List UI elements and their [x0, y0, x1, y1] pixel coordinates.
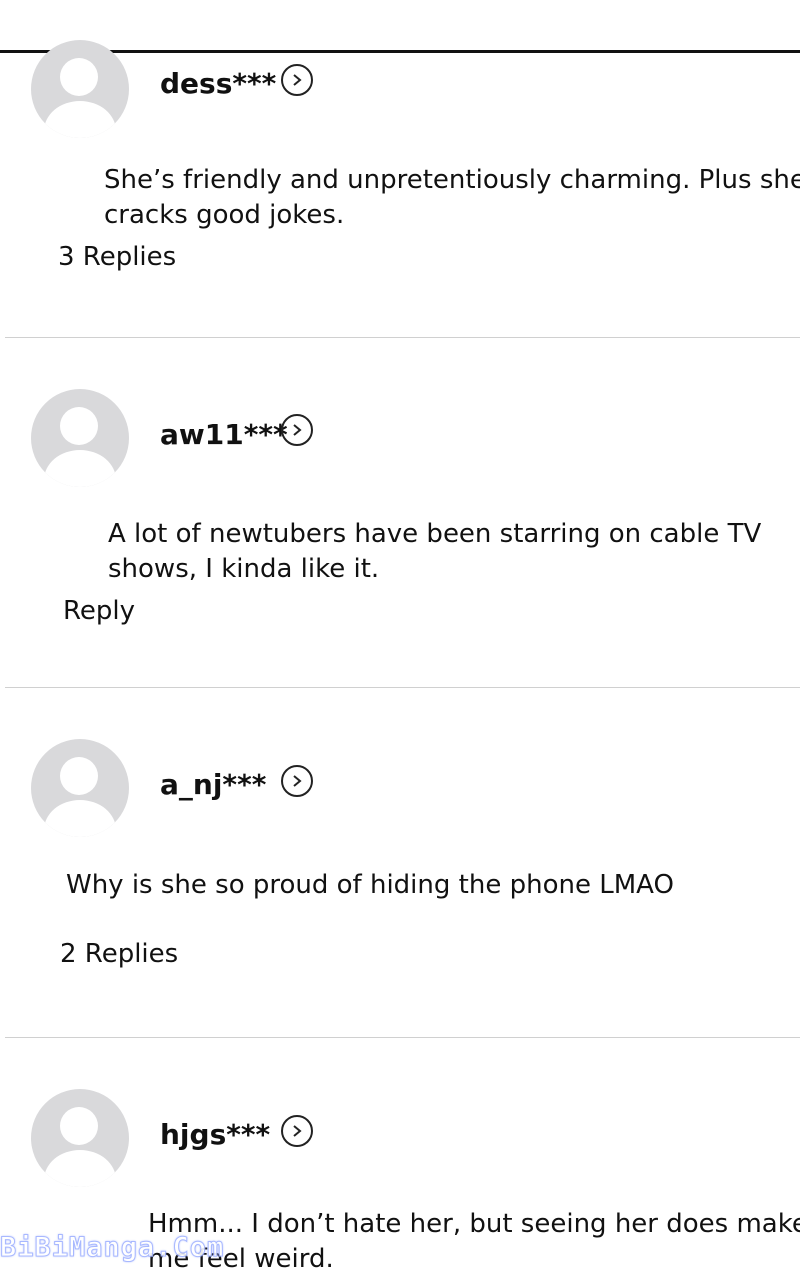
username[interactable]: dess***: [160, 67, 276, 101]
comment-text-line: me feel weird.: [148, 1244, 334, 1274]
username[interactable]: a_nj***: [160, 768, 266, 802]
avatar-head-shape: [60, 407, 98, 445]
avatar-body-shape: [44, 450, 116, 487]
replies-link[interactable]: 3 Replies: [58, 240, 176, 274]
avatar-body-shape: [44, 101, 116, 138]
avatar-head-shape: [60, 1107, 98, 1145]
username[interactable]: aw11***: [160, 418, 288, 452]
username[interactable]: hjgs***: [160, 1118, 270, 1152]
avatar-body-shape: [44, 800, 116, 837]
chevron-right-icon[interactable]: [281, 765, 313, 797]
avatar-body-shape: [44, 1150, 116, 1187]
comment-text-line: She’s friendly and unpretentiously charm…: [104, 165, 800, 195]
chevron-right-icon[interactable]: [281, 414, 313, 446]
reply-link[interactable]: Reply: [63, 594, 135, 628]
chevron-right-icon[interactable]: [281, 1115, 313, 1147]
comment-divider: [5, 1037, 800, 1038]
avatar[interactable]: [31, 389, 129, 487]
comment-divider: [5, 687, 800, 688]
comment-text-line: Why is she so proud of hiding the phone …: [66, 870, 674, 900]
comment-text-line: cracks good jokes.: [104, 200, 345, 230]
avatar-head-shape: [60, 58, 98, 96]
comment-text-line: A lot of newtubers have been starring on…: [108, 519, 762, 549]
chevron-right-icon[interactable]: [281, 64, 313, 96]
avatar[interactable]: [31, 739, 129, 837]
top-separator: [0, 50, 800, 53]
comment-divider: [5, 337, 800, 338]
comment-text-line: shows, I kinda like it.: [108, 554, 380, 584]
avatar[interactable]: [31, 40, 129, 138]
replies-link[interactable]: 2 Replies: [60, 937, 178, 971]
avatar[interactable]: [31, 1089, 129, 1187]
avatar-head-shape: [60, 757, 98, 795]
comment-text-line: Hmm... I don’t hate her, but seeing her …: [148, 1209, 800, 1239]
